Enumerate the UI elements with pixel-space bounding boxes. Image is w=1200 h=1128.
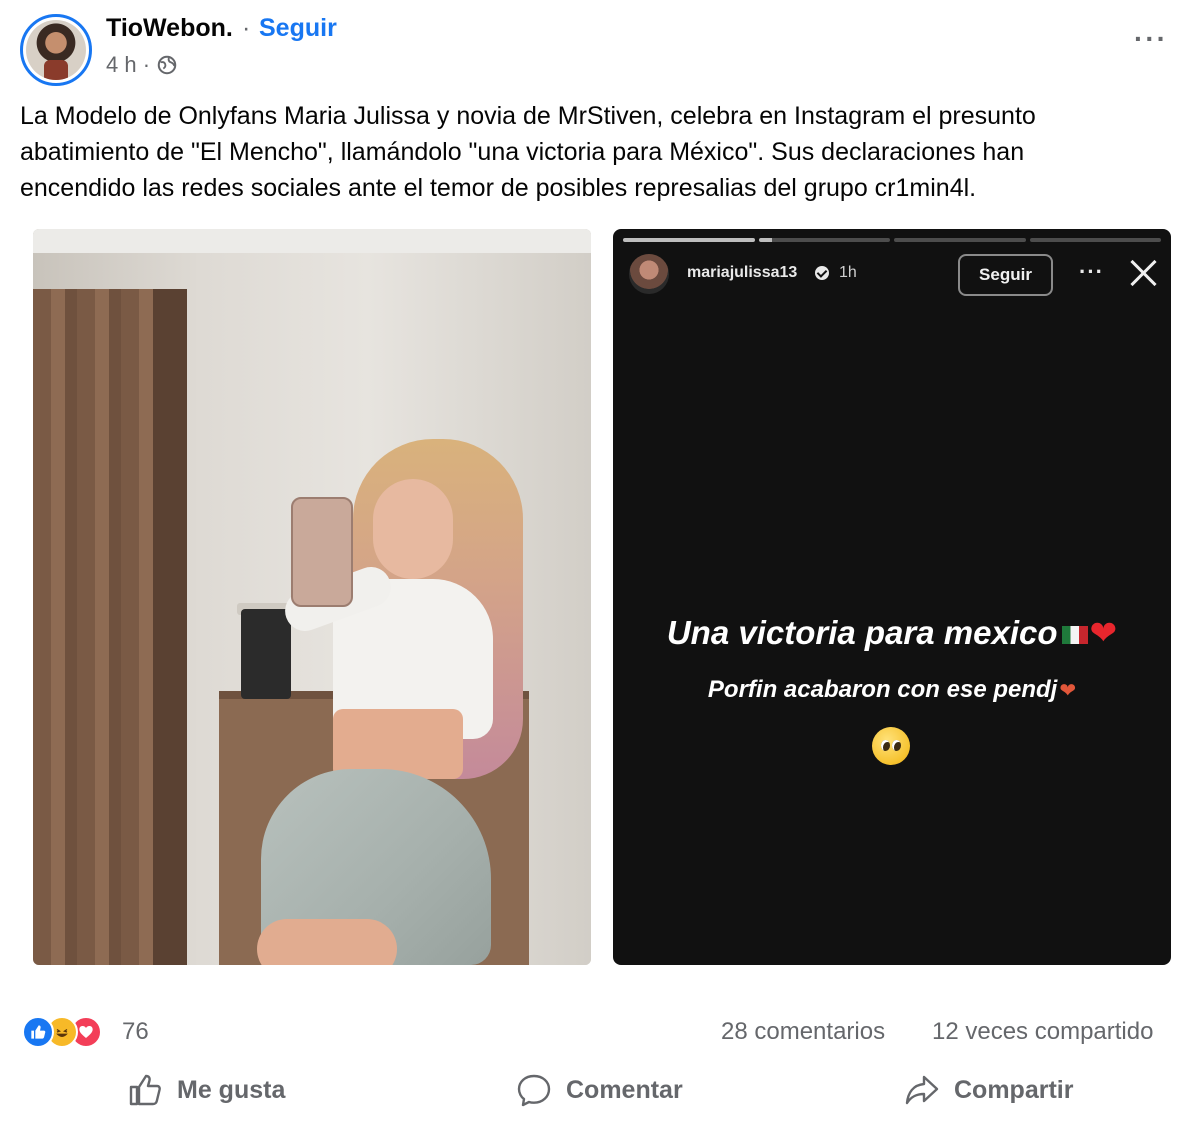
pleading-face-icon: [872, 727, 910, 765]
comment-label: Comentar: [566, 1075, 683, 1104]
comment-count[interactable]: 28 comentarios: [721, 1018, 885, 1046]
like-reaction-icon: [22, 1016, 54, 1048]
story-progress-segment: [894, 238, 1026, 242]
post-photo-instagram-story[interactable]: mariajulissa13 1h Seguir ··· Una victori…: [613, 229, 1171, 965]
photo-coffee-maker: [241, 609, 291, 699]
reaction-count[interactable]: 76: [122, 1018, 149, 1046]
verified-badge-icon: [815, 266, 829, 280]
facebook-post: TioWebon. · Seguir 4 h · ··· La Modelo d…: [0, 0, 1200, 1128]
comment-bubble-icon: [517, 1074, 551, 1107]
author-avatar[interactable]: [20, 14, 92, 86]
more-options-icon[interactable]: ···: [1134, 25, 1168, 53]
story-username: mariajulissa13: [687, 264, 798, 281]
story-text-line-1: Una victoria para mexico ❤: [613, 613, 1171, 652]
story-text-line-2-label: Porfin acabaron con ese pendj: [707, 676, 1058, 703]
story-progress-segment: [1029, 238, 1161, 242]
story-avatar: [629, 254, 669, 294]
share-button[interactable]: Compartir: [904, 1070, 1073, 1110]
photo-person-face: [373, 479, 453, 579]
photo-wardrobe-side: [153, 289, 187, 965]
post-photo-mirror-selfie[interactable]: [33, 229, 591, 965]
story-progress-segment: [758, 238, 890, 242]
story-follow-button: Seguir: [958, 254, 1053, 296]
photo-ceiling: [33, 229, 591, 253]
mexico-flag-icon: [1061, 626, 1088, 645]
story-close-icon: [1128, 257, 1160, 289]
like-label: Me gusta: [177, 1075, 286, 1104]
comment-button[interactable]: Comentar: [516, 1070, 683, 1110]
share-label: Compartir: [954, 1075, 1074, 1104]
story-time: 1h: [839, 264, 857, 281]
story-more-icon: ···: [1079, 259, 1104, 284]
thumbs-up-icon: [129, 1074, 161, 1106]
story-progress-segment: [623, 238, 755, 242]
reaction-icons[interactable]: [22, 1016, 102, 1048]
post-caption: La Modelo de Onlyfans Maria Julissa y no…: [20, 102, 1036, 202]
like-button[interactable]: Me gusta: [127, 1070, 285, 1110]
globe-icon: [157, 55, 177, 75]
red-heart-icon: ❤: [1089, 614, 1118, 651]
photo-person-leg: [257, 919, 397, 965]
story-progress-bars: [623, 238, 1161, 242]
header-separator: ·: [242, 14, 251, 42]
author-name[interactable]: TioWebon.: [106, 14, 233, 43]
story-text-line-1-label: Una victoria para mexico: [666, 614, 1058, 651]
avatar-image: [26, 20, 86, 80]
share-arrow-icon: [905, 1075, 939, 1105]
story-text-line-2: Porfin acabaron con ese pendj ❤: [613, 676, 1171, 704]
post-meta: 4 h ·: [106, 52, 178, 78]
heart-on-fire-icon: ❤: [1059, 680, 1077, 702]
photo-phone: [291, 497, 353, 607]
post-time[interactable]: 4 h ·: [106, 52, 150, 78]
follow-button[interactable]: Seguir: [259, 14, 337, 43]
share-count[interactable]: 12 veces compartido: [932, 1018, 1153, 1046]
